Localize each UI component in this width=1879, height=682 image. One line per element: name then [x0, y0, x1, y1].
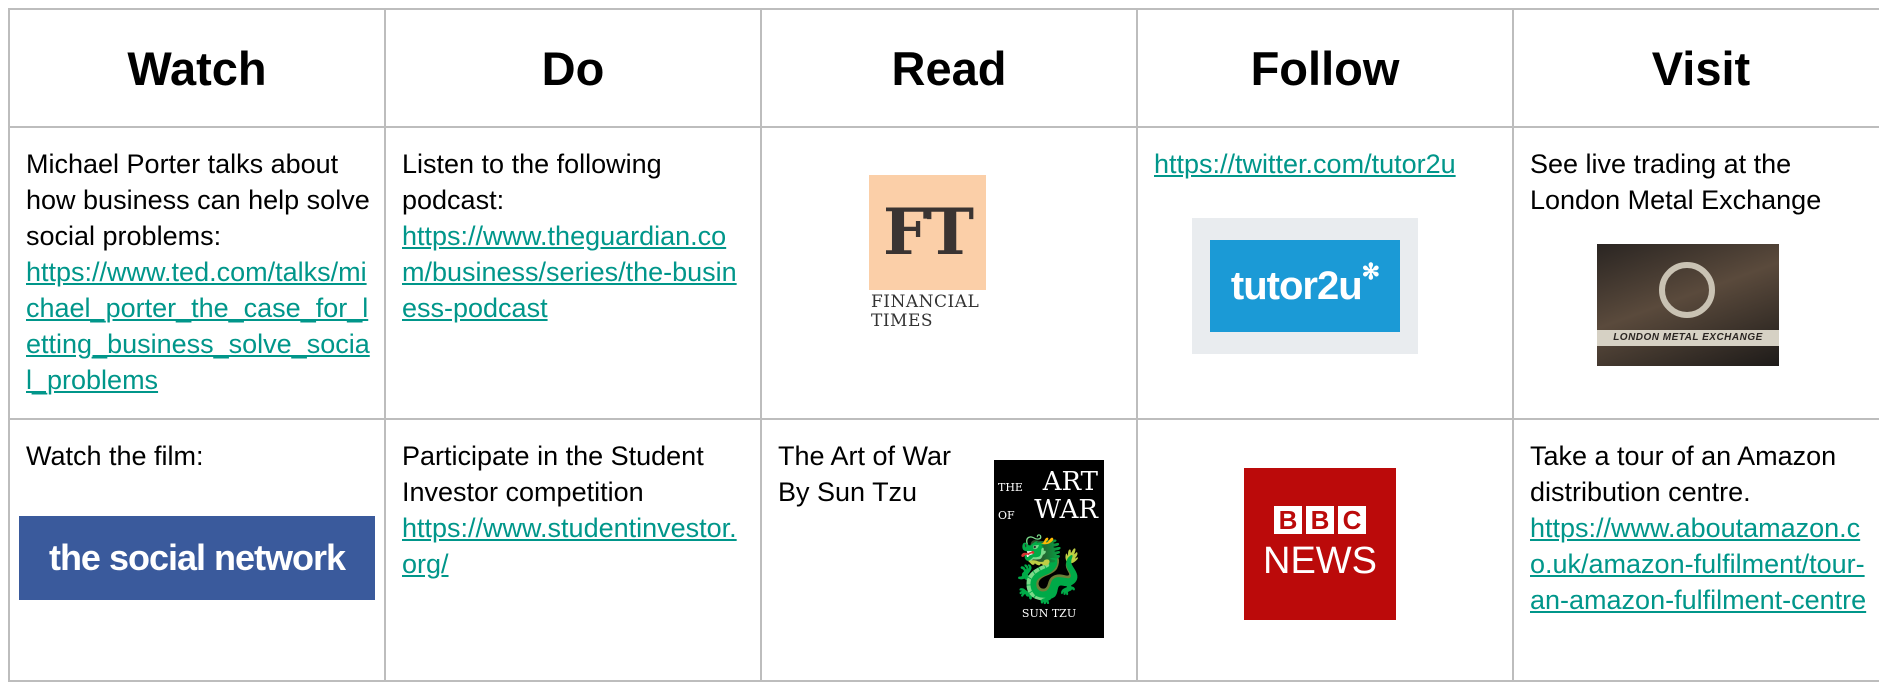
header-visit: Visit: [1512, 8, 1879, 128]
ted-talk-link[interactable]: https://www.ted.com/talks/michael_porter…: [26, 257, 370, 395]
header-do: Do: [384, 8, 762, 128]
tutor2u-star-icon: ✻: [1361, 259, 1380, 284]
table-row: Michael Porter talks about how business …: [8, 126, 1879, 420]
lme-photo-caption: LONDON METAL EXCHANGE: [1597, 330, 1779, 346]
header-row: Watch Do Read Follow Visit: [8, 8, 1879, 128]
cell-read-art-of-war: The Art of War By Sun Tzu THE ART OF WAR…: [760, 418, 1138, 682]
amazon-description: Take a tour of an Amazon distribution ce…: [1530, 441, 1837, 507]
cell-watch-ted: Michael Porter talks about how business …: [8, 126, 386, 420]
cell-follow-tutor2u: https://twitter.com/tutor2u tutor2u ✻: [1136, 126, 1514, 420]
podcast-description: Listen to the following podcast:: [402, 149, 662, 215]
lme-photo: LONDON METAL EXCHANGE: [1597, 244, 1779, 366]
cell-visit-amazon: Take a tour of an Amazon distribution ce…: [1512, 418, 1879, 682]
cell-follow-bbc: B B C NEWS: [1136, 418, 1514, 682]
ft-logo-mark: FT: [882, 194, 974, 270]
podcast-link[interactable]: https://www.theguardian.com/business/ser…: [402, 221, 737, 323]
cell-do-podcast: Listen to the following podcast: https:/…: [384, 126, 762, 420]
social-network-logo[interactable]: the social network: [19, 516, 375, 600]
ft-logo-name: FINANCIAL TIMES: [871, 292, 980, 331]
table-row: Watch the film: the social network Parti…: [8, 418, 1879, 682]
student-investor-link[interactable]: https://www.studentinvestor.org/: [402, 513, 737, 579]
book-author: By Sun Tzu: [778, 477, 918, 507]
header-follow: Follow: [1136, 8, 1514, 128]
header-read: Read: [760, 8, 1138, 128]
amazon-tour-link[interactable]: https://www.aboutamazon.co.uk/amazon-ful…: [1530, 513, 1866, 615]
cell-watch-film: Watch the film: the social network: [8, 418, 386, 682]
film-description: Watch the film:: [26, 441, 204, 471]
bbc-news-logo[interactable]: B B C NEWS: [1244, 468, 1396, 620]
student-investor-description: Participate in the Student Investor comp…: [402, 441, 704, 507]
tutor2u-logo-text: tutor2u: [1230, 264, 1363, 308]
cell-visit-lme: See live trading at the London Metal Exc…: [1512, 126, 1879, 420]
header-watch: Watch: [8, 8, 386, 128]
dragon-icon: 🐉: [1008, 533, 1088, 607]
cell-do-student-investor: Participate in the Student Investor comp…: [384, 418, 762, 682]
resources-table: Watch Do Read Follow Visit Michael Porte…: [8, 8, 1879, 682]
art-of-war-cover[interactable]: THE ART OF WAR 🐉 SUN TZU: [994, 460, 1104, 638]
cell-read-ft: FT FINANCIAL TIMES: [760, 126, 1138, 420]
ft-logo[interactable]: FT: [869, 175, 986, 290]
tutor2u-twitter-link[interactable]: https://twitter.com/tutor2u: [1154, 149, 1456, 179]
book-title: The Art of War: [778, 441, 952, 471]
lme-description: See live trading at the London Metal Exc…: [1530, 149, 1822, 215]
tutor2u-logo[interactable]: tutor2u ✻: [1192, 218, 1418, 354]
ted-description: Michael Porter talks about how business …: [26, 149, 370, 251]
